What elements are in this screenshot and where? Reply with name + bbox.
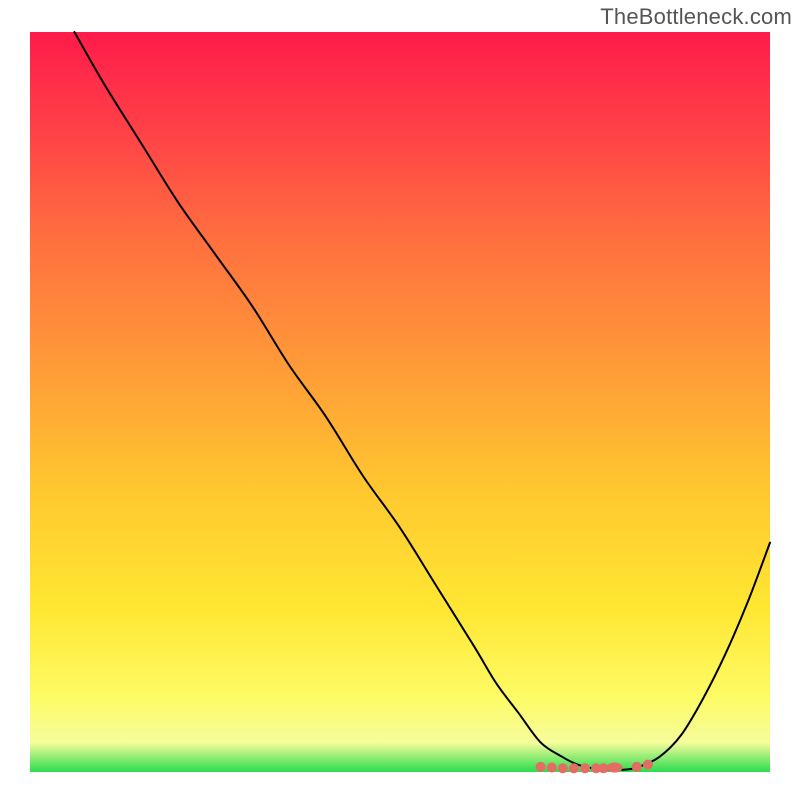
min-marker	[547, 763, 557, 773]
min-marker	[558, 763, 568, 773]
min-marker	[632, 762, 642, 772]
chart-container: TheBottleneck.com	[0, 0, 800, 800]
watermark-text: TheBottleneck.com	[600, 4, 792, 30]
min-marker	[643, 760, 653, 770]
min-marker-oval	[607, 763, 623, 773]
min-marker	[536, 762, 546, 772]
min-marker	[569, 763, 579, 773]
min-marker	[580, 763, 590, 773]
bottleneck-chart	[0, 0, 800, 800]
